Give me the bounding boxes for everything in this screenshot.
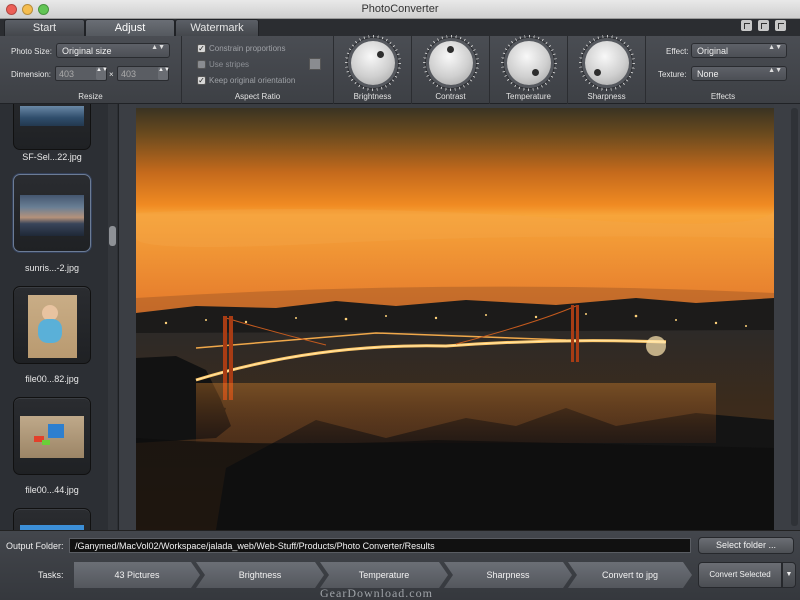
effect-label: Effect: <box>666 47 689 56</box>
convert-options-dropdown[interactable]: ▼ <box>782 562 796 588</box>
width-value: 403 <box>59 69 75 79</box>
brightness-section: Brightness <box>334 36 412 104</box>
knob-indicator-icon <box>377 51 384 58</box>
window-title: PhotoConverter <box>361 3 439 15</box>
constrain-proportions-label: Constrain proportions <box>209 44 286 53</box>
thumbnail-name: SF-Sel...22.jpg <box>22 152 82 162</box>
task-step-sharpness[interactable]: Sharpness <box>444 562 572 588</box>
keep-orientation-label: Keep original orientation <box>209 76 296 85</box>
thumbnail-image <box>20 195 84 236</box>
use-stripes-label: Use stripes <box>209 60 250 69</box>
sunrise-bridge-image <box>136 108 774 530</box>
keep-orientation-checkbox[interactable]: ✓ <box>197 76 206 85</box>
tab-watermark[interactable]: Watermark <box>175 19 259 36</box>
dimension-label: Dimension: <box>11 70 52 79</box>
thumbnail-name: sunris...-2.jpg <box>24 263 80 273</box>
thumbnail-item[interactable] <box>13 397 91 475</box>
watermark-text: GearDownload.com <box>320 586 433 600</box>
photo-size-select[interactable]: Original size ▲▼ <box>56 43 170 58</box>
temperature-section: Temperature <box>490 36 568 104</box>
task-step-pictures[interactable]: 43 Pictures <box>74 562 200 588</box>
output-folder-label: Output Folder: <box>6 541 64 551</box>
constrain-proportions-checkbox[interactable]: ✓ <box>197 44 206 53</box>
canvas-border <box>119 104 136 530</box>
thumbnail-item-selected[interactable] <box>13 174 91 252</box>
aspect-ratio-section: ✓ Constrain proportions Use stripes ✓ Ke… <box>182 36 334 104</box>
height-value: 403 <box>121 69 137 79</box>
scrollbar-thumb[interactable] <box>109 226 116 246</box>
adjust-toolbar: Photo Size: Original size ▲▼ Dimension: … <box>0 36 800 104</box>
task-step-temperature[interactable]: Temperature <box>320 562 448 588</box>
thumbnail-image <box>20 416 84 458</box>
dimension-separator: × <box>109 70 114 79</box>
thumbnail-item[interactable] <box>13 508 91 530</box>
thumbnail-name: file00...44.jpg <box>25 485 79 495</box>
brightness-knob[interactable] <box>351 41 395 85</box>
thumbnail-sidebar: SF-Sel...22.jpg sunris...-2.jpg file00..… <box>0 104 119 530</box>
texture-label: Texture: <box>658 70 687 79</box>
brightness-label: Brightness <box>353 92 392 101</box>
task-step-convert[interactable]: Convert to jpg <box>568 562 692 588</box>
title-bar: PhotoConverter <box>0 0 800 19</box>
texture-value: None <box>697 69 719 79</box>
sharpness-knob[interactable] <box>585 41 629 85</box>
effect-select[interactable]: Original ▲▼ <box>691 43 787 58</box>
thumbnail-image <box>28 295 77 358</box>
effect-value: Original <box>697 46 729 56</box>
preview-scrollbar[interactable] <box>791 108 798 526</box>
output-folder-field[interactable]: /Ganymed/MacVol02/Workspace/jalada_web/W… <box>69 538 691 553</box>
photo-size-label: Photo Size: <box>11 47 52 56</box>
effects-section: Effect: Original ▲▼ Texture: None ▲▼ Eff… <box>646 36 800 104</box>
tab-bar: Start Adjust Watermark <box>0 19 800 36</box>
convert-selected-button[interactable]: Convert Selected <box>698 562 782 588</box>
task-step-brightness[interactable]: Brightness <box>196 562 324 588</box>
photo-preview <box>136 108 774 530</box>
resize-section-label: Resize <box>78 92 103 101</box>
texture-select[interactable]: None ▲▼ <box>691 66 787 81</box>
select-folder-button[interactable]: Select folder ... <box>698 537 794 554</box>
photoconverter-window: PhotoConverter Start Adjust Watermark Ph… <box>0 0 800 600</box>
contrast-knob[interactable] <box>429 41 473 85</box>
chevron-updown-icon: ▲▼ <box>768 67 782 74</box>
sharpness-section: Sharpness <box>568 36 646 104</box>
effects-section-label: Effects <box>710 92 736 101</box>
chevron-updown-icon: ▲▼ <box>768 44 782 51</box>
chevron-updown-icon: ▲▼ <box>151 44 165 51</box>
tab-start[interactable]: Start <box>4 19 85 36</box>
thumbnail-item[interactable] <box>13 286 91 364</box>
photo-size-value: Original size <box>62 46 112 56</box>
thumbnail-item[interactable] <box>13 104 91 150</box>
contrast-section: Contrast <box>412 36 490 104</box>
sidebar-scrollbar[interactable] <box>108 104 117 530</box>
width-stepper[interactable]: ▲▼ <box>96 67 108 80</box>
sharpness-label: Sharpness <box>587 92 626 101</box>
knob-indicator-icon <box>447 46 454 53</box>
temperature-label: Temperature <box>506 92 551 101</box>
use-stripes-checkbox[interactable] <box>197 60 206 69</box>
contrast-label: Contrast <box>435 92 466 101</box>
temperature-knob[interactable] <box>507 41 551 85</box>
view-mode-icon[interactable] <box>741 20 752 31</box>
tasks-label: Tasks: <box>38 570 64 580</box>
knob-indicator-icon <box>594 69 601 76</box>
resize-section: Photo Size: Original size ▲▼ Dimension: … <box>0 36 182 104</box>
thumbnail-name: file00...82.jpg <box>25 374 79 384</box>
height-stepper[interactable]: ▲▼ <box>158 67 170 80</box>
aspect-ratio-section-label: Aspect Ratio <box>234 92 281 101</box>
knob-indicator-icon <box>532 69 539 76</box>
save-preset-icon[interactable] <box>758 20 769 31</box>
stripe-color-swatch[interactable] <box>309 58 321 70</box>
thumbnail-image <box>20 106 84 126</box>
export-icon[interactable] <box>775 20 786 31</box>
tab-adjust[interactable]: Adjust <box>85 19 175 36</box>
